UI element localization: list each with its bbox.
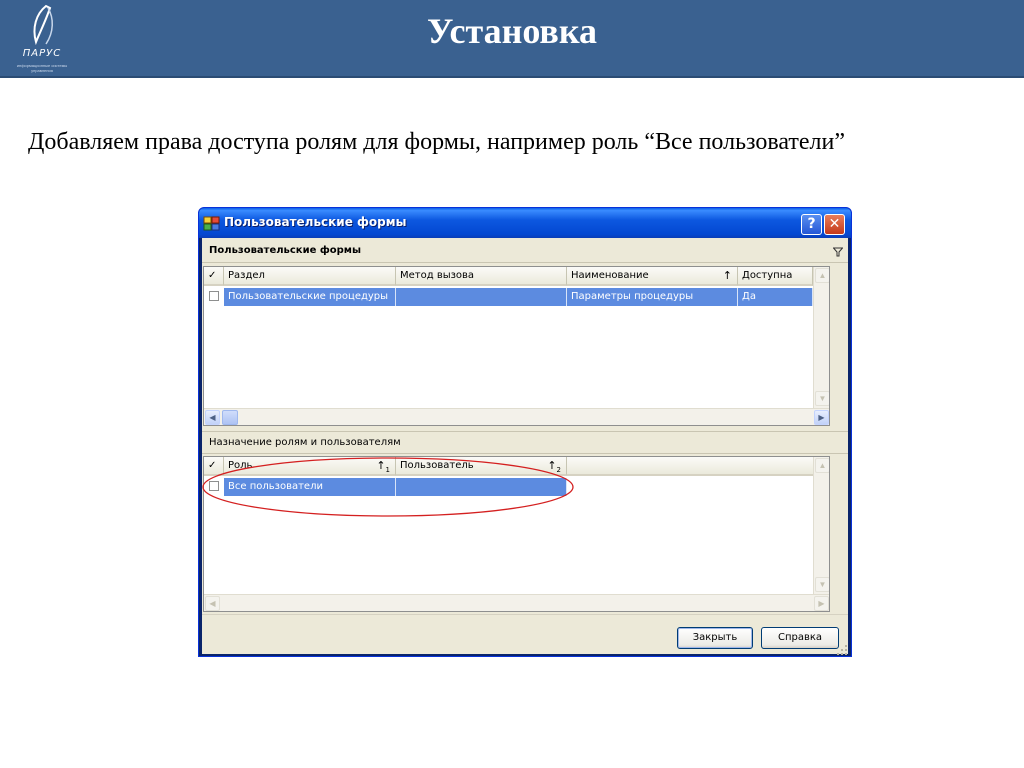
- roles-vertical-scrollbar[interactable]: ▲ ▼: [813, 457, 829, 594]
- forms-panel-title: Пользовательские формы: [209, 245, 362, 256]
- cell-metod[interactable]: [396, 288, 567, 306]
- slide-header: ПАРУС информационные системы управления …: [0, 0, 1024, 78]
- app-icon: [203, 216, 220, 231]
- slide-subtitle: Добавляем права доступа ролям для формы,…: [28, 129, 846, 155]
- scroll-up-icon[interactable]: ▲: [815, 268, 829, 283]
- column-header-empty: [567, 457, 813, 476]
- forms-horizontal-scrollbar[interactable]: ◀ ▶: [204, 408, 829, 425]
- roles-horizontal-scrollbar[interactable]: ◀ ▶: [204, 594, 829, 611]
- scroll-right-icon[interactable]: ▶: [814, 596, 829, 611]
- row-checkbox[interactable]: [209, 291, 219, 301]
- scroll-down-icon[interactable]: ▼: [815, 577, 829, 592]
- column-header-metod-label: Метод вызова: [400, 270, 475, 281]
- scroll-down-icon[interactable]: ▼: [815, 391, 829, 406]
- scroll-left-icon[interactable]: ◀: [205, 596, 220, 611]
- window-title: Пользовательские формы: [224, 215, 407, 229]
- cell-dostupna[interactable]: Да: [738, 288, 813, 306]
- column-header-razdel-label: Раздел: [228, 270, 265, 281]
- column-header-dostupna[interactable]: Доступна: [738, 267, 813, 286]
- filter-icon[interactable]: [833, 247, 843, 257]
- annotation-ellipse: [202, 457, 574, 517]
- resize-grip-icon[interactable]: [837, 645, 847, 655]
- forms-vertical-scrollbar[interactable]: ▲ ▼: [813, 267, 829, 408]
- scroll-left-icon[interactable]: ◀: [205, 410, 220, 425]
- scroll-thumb[interactable]: [222, 410, 238, 425]
- logo-subtext: информационные системы управления: [16, 63, 68, 73]
- cell-name[interactable]: Параметры процедуры: [567, 288, 738, 306]
- roles-panel-header: Назначение ролям и пользователям: [202, 431, 848, 454]
- scroll-up-icon[interactable]: ▲: [815, 458, 829, 473]
- window-titlebar[interactable]: Пользовательские формы ? ✕: [199, 208, 851, 238]
- roles-panel-title: Назначение ролям и пользователям: [209, 437, 401, 448]
- close-button[interactable]: Закрыть: [677, 627, 753, 649]
- column-header-name-label: Наименование: [571, 270, 649, 281]
- dialog-footer: Закрыть Справка: [202, 614, 848, 655]
- column-header-metod[interactable]: Метод вызова: [396, 267, 567, 286]
- column-header-dostupna-label: Доступна: [742, 270, 793, 281]
- close-titlebar-button[interactable]: ✕: [824, 214, 845, 235]
- column-header-razdel[interactable]: Раздел: [224, 267, 396, 286]
- column-header-name[interactable]: Наименование ↑: [567, 267, 738, 286]
- forms-panel-header: Пользовательские формы: [202, 240, 848, 263]
- forms-check-header[interactable]: ✓: [204, 267, 224, 286]
- user-forms-window: Пользовательские формы ? ✕ Пользовательс…: [198, 207, 852, 657]
- help-titlebar-button[interactable]: ?: [801, 214, 822, 235]
- scroll-right-icon[interactable]: ▶: [814, 410, 829, 425]
- cell-razdel[interactable]: Пользовательские процедуры: [224, 288, 396, 306]
- slide-title: Установка: [426, 11, 598, 51]
- help-button[interactable]: Справка: [761, 627, 839, 649]
- forms-grid: ✓ Раздел Метод вызова Наименование ↑ Дос…: [203, 266, 830, 426]
- sort-arrow-icon: ↑: [722, 269, 732, 282]
- window-client-area: Пользовательские формы ✓ Раздел Метод вы…: [202, 238, 848, 655]
